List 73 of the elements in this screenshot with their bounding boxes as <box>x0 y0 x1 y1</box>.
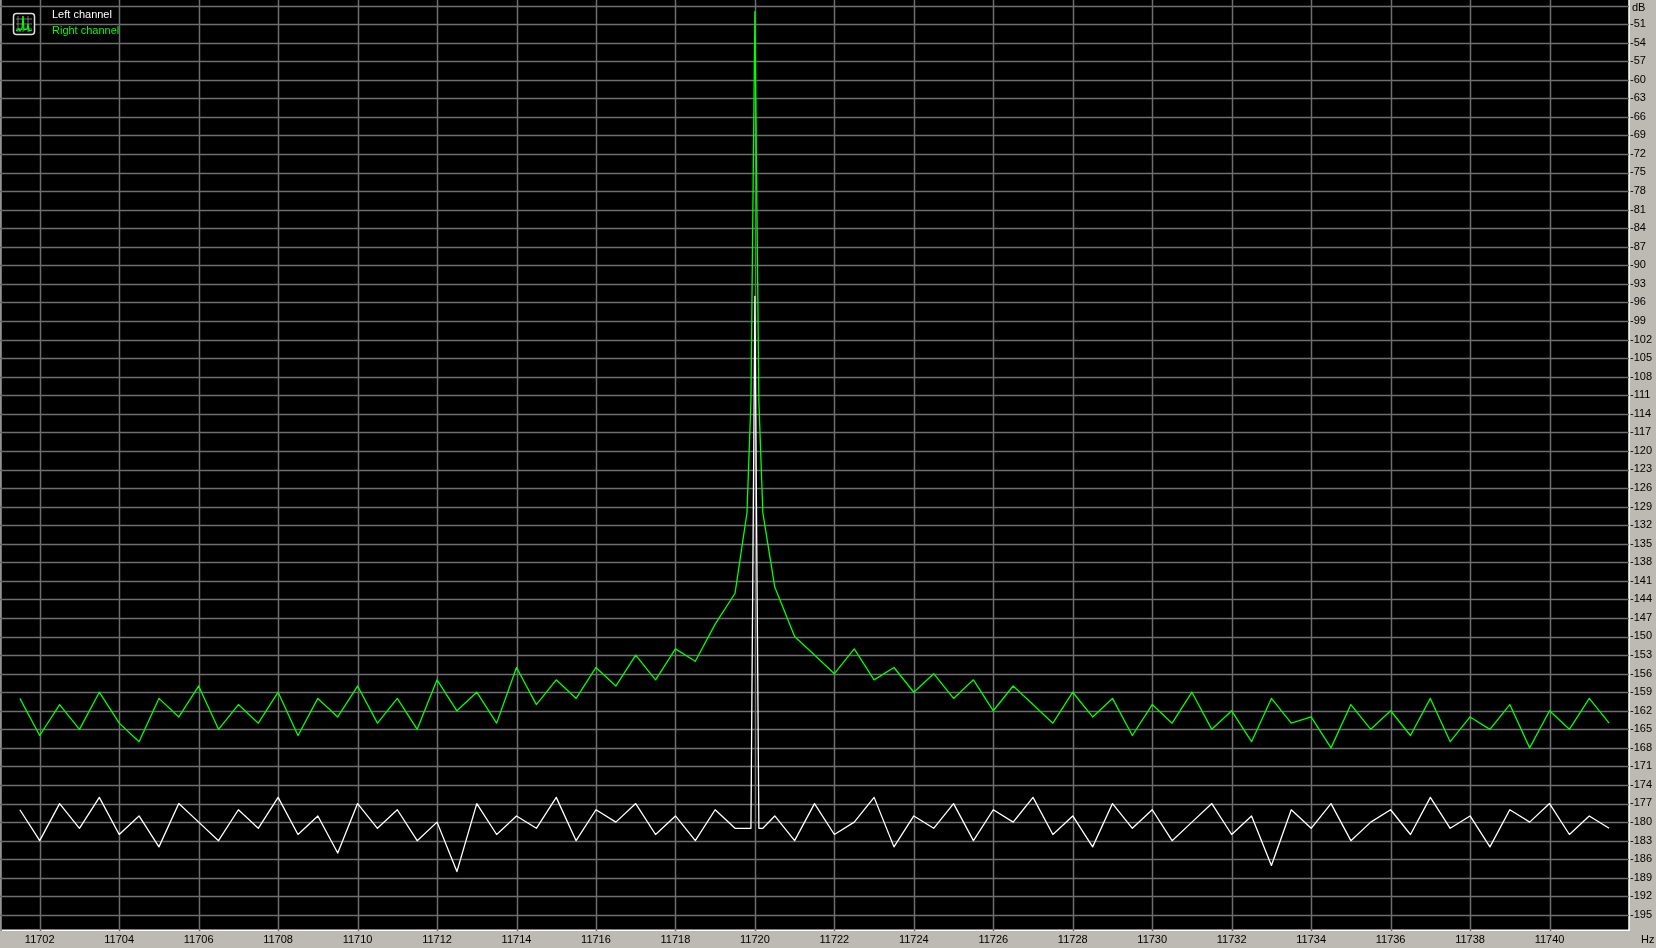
y-axis-label: -108 <box>1630 369 1653 382</box>
y-axis-label: -126 <box>1630 481 1653 493</box>
x-axis-label: 11728 <box>1057 932 1088 945</box>
y-axis-label: -60 <box>1630 72 1646 85</box>
y-axis-label: -150 <box>1630 629 1653 642</box>
y-axis-label: -192 <box>1630 889 1653 902</box>
y-axis-label: -171 <box>1630 759 1653 772</box>
y-axis-label: -63 <box>1630 91 1646 104</box>
y-axis-label: -162 <box>1630 703 1653 716</box>
legend-label: Right channel <box>52 23 120 36</box>
y-axis-label: -78 <box>1630 184 1646 197</box>
y-axis-label: -159 <box>1630 685 1653 698</box>
x-axis-label: 11736 <box>1375 932 1406 945</box>
y-axis-label: -81 <box>1630 202 1646 215</box>
x-axis-label: 11718 <box>660 932 691 945</box>
axis-unit-label: dB <box>1632 0 1646 13</box>
y-axis-label: -129 <box>1630 499 1653 512</box>
y-axis-label: -144 <box>1630 592 1653 605</box>
y-axis-label: -174 <box>1630 777 1653 790</box>
y-axis-label: -72 <box>1630 146 1646 159</box>
y-axis-label: -102 <box>1630 332 1653 345</box>
x-axis-label: 11724 <box>898 932 929 945</box>
x-axis-label: 11704 <box>104 932 135 945</box>
x-axis-label: 11740 <box>1534 932 1565 945</box>
x-axis-label: 11732 <box>1216 932 1247 945</box>
x-axis-label: 11712 <box>422 932 452 945</box>
y-axis-label: -180 <box>1630 815 1653 828</box>
y-axis-label: -120 <box>1630 443 1653 456</box>
y-axis-label: -69 <box>1630 128 1646 141</box>
y-axis-label: -84 <box>1630 221 1646 234</box>
legend-label: Left channel <box>52 7 112 20</box>
y-axis-label: -105 <box>1630 351 1653 364</box>
y-axis-label: -93 <box>1630 276 1646 289</box>
y-axis-label: -177 <box>1630 796 1653 809</box>
y-axis-label: -186 <box>1630 852 1653 865</box>
x-axis-label: 11734 <box>1296 932 1327 945</box>
x-axis-label: 11726 <box>978 932 1009 945</box>
x-axis-label: 11716 <box>581 932 611 945</box>
y-axis-label: -96 <box>1630 295 1646 308</box>
y-axis-label: -165 <box>1630 722 1653 735</box>
y-axis-label: -51 <box>1630 17 1646 30</box>
x-axis-label: 11738 <box>1455 932 1485 945</box>
axis-unit-label: Hz <box>1641 932 1655 945</box>
y-axis-label: -138 <box>1630 555 1653 568</box>
y-axis-label: -57 <box>1630 54 1646 67</box>
y-axis-label: -114 <box>1630 406 1652 419</box>
y-axis-label: -75 <box>1630 165 1646 178</box>
x-axis-label: 11710 <box>342 932 373 945</box>
y-axis-label: -141 <box>1630 573 1653 586</box>
y-axis-label: -153 <box>1630 648 1653 660</box>
y-axis-label: -183 <box>1630 833 1653 846</box>
x-axis-label: 11714 <box>501 932 532 945</box>
x-axis-label: 11730 <box>1137 932 1168 945</box>
y-axis-label: -87 <box>1630 239 1646 252</box>
y-axis-label: -132 <box>1630 518 1653 531</box>
x-axis-label: 11722 <box>819 932 850 945</box>
y-axis-label: -135 <box>1630 536 1653 549</box>
x-axis-label: 11702 <box>24 932 55 945</box>
x-axis-label: 11706 <box>183 932 214 945</box>
y-axis-label: -117 <box>1630 425 1652 438</box>
x-axis-label: 11720 <box>740 932 770 945</box>
y-axis-label: -147 <box>1630 610 1653 623</box>
y-axis-label: -99 <box>1630 313 1646 326</box>
y-axis-label: -90 <box>1630 258 1646 271</box>
y-axis-label: -156 <box>1630 666 1653 679</box>
y-axis-label: -66 <box>1630 109 1646 122</box>
y-axis-label: -195 <box>1630 907 1653 920</box>
y-axis-label: -168 <box>1630 740 1653 753</box>
y-axis-label: -111 <box>1630 388 1651 401</box>
y-axis-label: -123 <box>1630 462 1653 475</box>
y-axis-label: -54 <box>1630 35 1646 48</box>
x-axis-label: 11708 <box>263 932 293 945</box>
y-axis-label: -189 <box>1630 870 1653 883</box>
